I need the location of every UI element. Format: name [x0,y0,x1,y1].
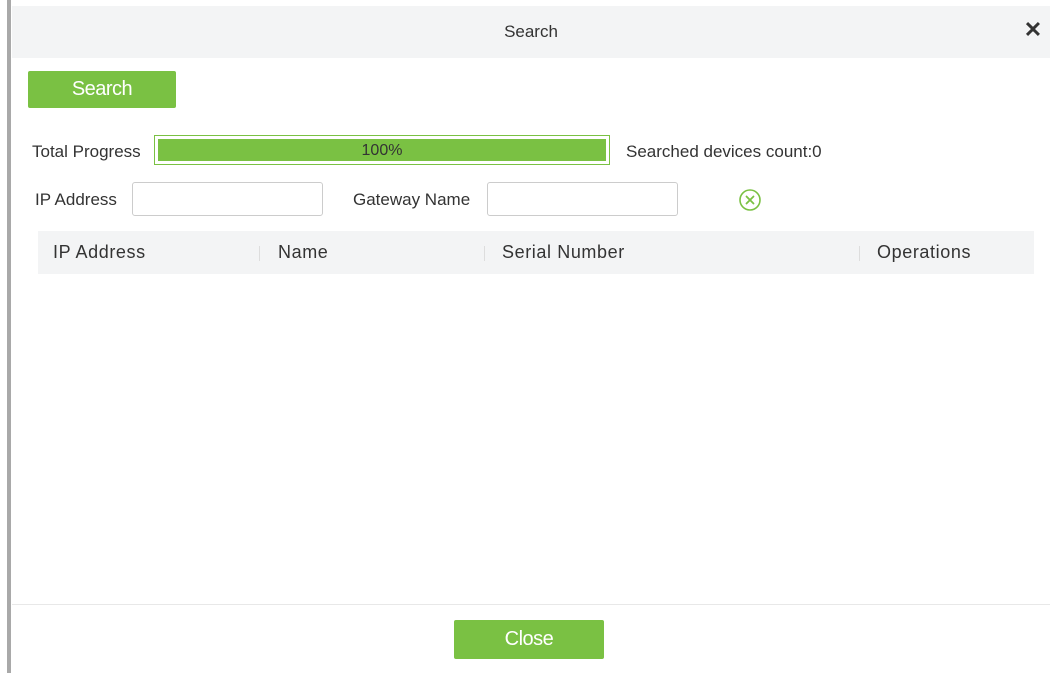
total-progress-label: Total Progress [32,142,141,161]
progress-percent-text: 100% [361,142,403,159]
column-name[interactable]: Name [278,242,328,263]
column-ip-address[interactable]: IP Address [53,242,146,263]
column-divider [259,246,260,261]
gateway-name-label: Gateway Name [353,190,471,209]
ip-address-input[interactable] [132,182,323,216]
column-operations[interactable]: Operations [877,242,971,263]
searched-devices-count: Searched devices count:0 [626,142,822,161]
search-dialog: Search ✕ Search Total Progress 100% Sear… [12,6,1050,673]
total-progress-bar: 100% [154,135,610,165]
close-icon[interactable]: ✕ [1022,18,1044,42]
device-table-header: IP Address Name Serial Number Operations [38,231,1034,274]
clear-filter-icon[interactable] [738,188,762,212]
ip-address-label: IP Address [35,190,117,209]
footer-divider [12,604,1050,605]
column-divider [484,246,485,261]
gateway-name-input[interactable] [487,182,678,216]
column-serial-number[interactable]: Serial Number [502,242,625,263]
close-button[interactable]: Close [454,620,604,659]
search-button[interactable]: Search [28,71,176,108]
dialog-title-bar: Search ✕ [12,6,1050,58]
column-divider [859,246,860,261]
dialog-title: Search [504,22,558,41]
device-table-body [38,274,1034,602]
